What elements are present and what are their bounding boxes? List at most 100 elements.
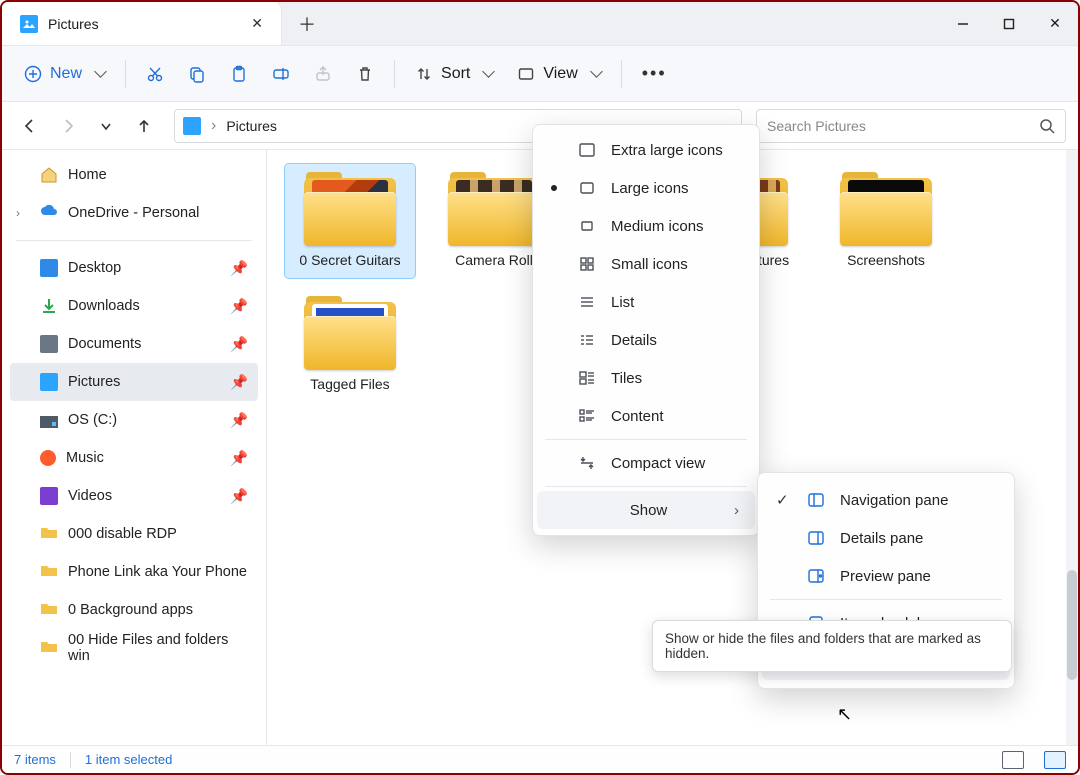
paste-button[interactable] [220, 56, 258, 92]
layout-icon [577, 217, 597, 235]
pin-icon: 📌 [230, 336, 248, 353]
view-menu: Extra large icons Large icons Medium ico… [532, 124, 760, 536]
search-box[interactable]: Search Pictures [756, 109, 1066, 143]
nav-folder[interactable]: Phone Link aka Your Phone [10, 553, 258, 591]
breadcrumb-location[interactable]: Pictures [226, 118, 277, 134]
pictures-icon [20, 15, 38, 33]
cursor-icon: ↖ [837, 704, 852, 725]
nav-pictures[interactable]: Pictures📌 [10, 363, 258, 401]
view-button[interactable]: View [507, 56, 610, 92]
menu-tiles[interactable]: Tiles [537, 359, 755, 397]
new-label: New [50, 65, 82, 83]
bullet-icon [551, 185, 557, 191]
layout-icon [577, 141, 597, 159]
sort-button[interactable]: Sort [405, 56, 503, 92]
pin-icon: 📌 [230, 260, 248, 277]
copy-button[interactable] [178, 56, 216, 92]
folder-icon [300, 172, 400, 246]
check-icon: ✓ [776, 491, 789, 509]
menu-navigation-pane[interactable]: ✓Navigation pane [762, 481, 1010, 519]
pin-icon: 📌 [230, 298, 248, 315]
chevron-right-icon[interactable]: › [211, 117, 216, 135]
nav-downloads[interactable]: Downloads📌 [10, 287, 258, 325]
pin-icon: 📌 [230, 374, 248, 391]
tab-title: Pictures [48, 16, 241, 32]
nav-desktop[interactable]: Desktop📌 [10, 249, 258, 287]
menu-list[interactable]: List [537, 283, 755, 321]
recent-button[interactable] [90, 110, 122, 142]
folder-item[interactable]: Screenshots [821, 164, 951, 278]
delete-button[interactable] [346, 56, 384, 92]
pictures-icon [183, 117, 201, 135]
search-icon [1039, 118, 1055, 134]
status-selection: 1 item selected [85, 752, 172, 767]
minimize-button[interactable] [940, 2, 986, 45]
folder-icon [300, 296, 400, 370]
sort-label: Sort [441, 65, 470, 83]
cut-button[interactable] [136, 56, 174, 92]
nav-folder[interactable]: 00 Hide Files and folders win [10, 629, 258, 667]
music-icon [40, 450, 56, 466]
back-button[interactable] [14, 110, 46, 142]
nav-documents[interactable]: Documents📌 [10, 325, 258, 363]
navigation-pane: Home ›OneDrive - Personal Desktop📌 Downl… [2, 150, 267, 745]
tooltip: Show or hide the files and folders that … [652, 620, 1012, 672]
menu-details[interactable]: Details [537, 321, 755, 359]
video-icon [40, 487, 58, 505]
menu-details-pane[interactable]: Details pane [762, 519, 1010, 557]
rename-icon [272, 65, 290, 83]
nav-folder[interactable]: 000 disable RDP [10, 515, 258, 553]
copy-icon [188, 65, 206, 83]
nav-home[interactable]: Home [10, 156, 258, 194]
list-icon [577, 293, 597, 311]
desktop-icon [40, 259, 58, 277]
close-button[interactable]: ✕ [1032, 2, 1078, 45]
view-icon [517, 65, 535, 83]
thumbnails-view-toggle[interactable] [1044, 751, 1066, 769]
more-button[interactable]: ••• [632, 56, 677, 92]
layout-icon [577, 179, 597, 197]
menu-compact-view[interactable]: Compact view [537, 444, 755, 482]
menu-show[interactable]: Show› [537, 491, 755, 529]
home-icon [40, 166, 58, 184]
details-view-toggle[interactable] [1002, 751, 1024, 769]
drive-icon [40, 416, 58, 428]
scissors-icon [146, 65, 164, 83]
nav-videos[interactable]: Videos📌 [10, 477, 258, 515]
new-button[interactable]: New [14, 56, 115, 92]
download-icon [40, 297, 58, 315]
rename-button[interactable] [262, 56, 300, 92]
menu-large-icons[interactable]: Large icons [537, 169, 755, 207]
up-button[interactable] [128, 110, 160, 142]
explorer-window: Pictures ✕ ＋ ✕ New Sort View ••• [0, 0, 1080, 775]
details-icon [577, 331, 597, 349]
pin-icon: 📌 [230, 412, 248, 429]
search-placeholder: Search Pictures [767, 118, 1029, 134]
nav-folder[interactable]: 0 Background apps [10, 591, 258, 629]
tab-close-icon[interactable]: ✕ [251, 15, 263, 32]
menu-content[interactable]: Content [537, 397, 755, 435]
maximize-button[interactable] [986, 2, 1032, 45]
expand-icon[interactable]: › [16, 206, 20, 220]
forward-button[interactable] [52, 110, 84, 142]
pin-icon: 📌 [230, 450, 248, 467]
nav-music[interactable]: Music📌 [10, 439, 258, 477]
pictures-icon [40, 373, 58, 391]
command-bar: New Sort View ••• [2, 46, 1078, 102]
grid-icon [577, 255, 597, 273]
folder-item[interactable]: 0 Secret Guitars [285, 164, 415, 278]
folder-icon [40, 525, 58, 543]
window-tab[interactable]: Pictures ✕ [2, 2, 282, 45]
menu-medium-icons[interactable]: Medium icons [537, 207, 755, 245]
pane-icon [806, 529, 826, 547]
folder-item[interactable]: Tagged Files [285, 288, 415, 402]
menu-preview-pane[interactable]: Preview pane [762, 557, 1010, 595]
menu-small-icons[interactable]: Small icons [537, 245, 755, 283]
nav-osc[interactable]: OS (C:)📌 [10, 401, 258, 439]
share-icon [314, 65, 332, 83]
new-tab-button[interactable]: ＋ [282, 2, 332, 45]
nav-onedrive[interactable]: ›OneDrive - Personal [10, 194, 258, 232]
share-button[interactable] [304, 56, 342, 92]
chevron-right-icon: › [734, 502, 739, 519]
menu-extra-large-icons[interactable]: Extra large icons [537, 131, 755, 169]
